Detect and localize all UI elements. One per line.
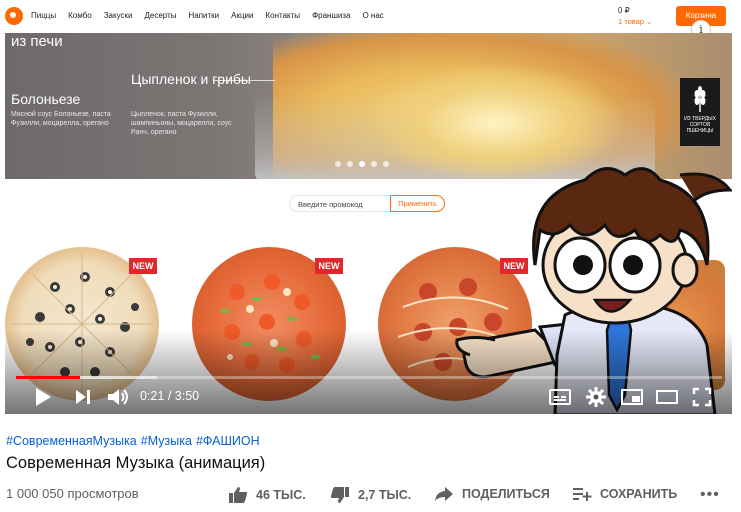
like-button[interactable]: 46 ТЫС. [228,486,306,504]
progress-bar[interactable] [16,376,722,379]
banner-mid-desc: Цыпленок, паста Фузилли, шампиньоны, моц… [131,111,232,136]
banner-top-text: из печи [11,33,63,50]
carousel-dot-active [359,161,365,167]
miniplayer-icon[interactable] [620,386,644,408]
nav-item-pizzas: Пиццы [31,11,57,20]
share-label: ПОДЕЛИТЬСЯ [462,487,550,501]
carousel-dot [371,161,377,167]
video-title: Современная Музыка (анимация) [6,454,266,472]
new-badge: NEW [315,258,343,274]
hashtag-link[interactable]: #Музыка [141,434,192,448]
nav-item-snacks: Закуски [103,11,133,20]
next-icon[interactable] [72,386,94,408]
site-nav: Пиццы Комбо Закуски Десерты Напитки Акци… [31,11,396,20]
new-badge: NEW [129,258,157,274]
like-count: 46 ТЫС. [256,488,306,502]
hashtags: #СовременнаяМузыка #Музыка #ФАШИОН [6,434,264,448]
save-button[interactable]: СОХРАНИТЬ [572,486,677,502]
carousel-dot [335,161,341,167]
site-header: Пиццы Комбо Закуски Десерты Напитки Акци… [5,0,732,34]
banner-left-title: Болоньезе [11,91,81,107]
thumbs-up-icon [229,487,248,503]
more-actions-icon[interactable]: ••• [700,486,720,504]
carousel-dot [383,161,389,167]
share-button[interactable]: ПОДЕЛИТЬСЯ [434,486,550,502]
playlist-add-icon [573,488,592,501]
dislike-button[interactable]: 2,7 ТЫС. [330,486,411,504]
nav-item-franchise: Франшиза [312,11,351,20]
carousel-dots [335,161,389,167]
nav-item-about: О нас [362,11,384,20]
settings-gear-icon[interactable] [585,386,607,408]
dislike-count: 2,7 ТЫС. [358,488,412,502]
duration: 3:50 [174,389,200,403]
promo-apply-button: Применить [390,195,445,212]
view-count: 1 000 050 просмотров [6,486,139,501]
save-label: СОХРАНИТЬ [600,487,678,501]
current-time: 0:21 [140,389,165,403]
wheat-icon [692,86,708,117]
thumbs-down-icon [330,487,349,503]
hashtag-link[interactable]: #СовременнаяМузыка [6,434,137,448]
share-arrow-icon [435,487,453,501]
progress-played [16,376,81,379]
cart-sum: 0 ₽ [618,6,630,15]
nav-item-combo: Комбо [68,11,92,20]
carousel-dot [347,161,353,167]
play-icon[interactable] [32,386,54,408]
cart-items: 1 товар ⌄ [618,17,653,26]
wheat-badge: ИЗ ТВЕРДЫХ СОРТОВ ПШЕНИЦЫ [680,78,720,146]
video-player[interactable]: Пиццы Комбо Закуски Десерты Напитки Акци… [5,0,732,414]
subtitles-icon[interactable] [548,386,572,408]
nav-item-promos: Акции [231,11,254,20]
banner-mid-title: Цыпленок и грибы [131,71,251,87]
promo-code-input: Введите промокод [289,195,391,212]
nav-item-desserts: Десерты [144,11,177,20]
nav-item-drinks: Напитки [188,11,220,20]
theater-mode-icon[interactable] [655,386,679,408]
wheat-badge-text: ИЗ ТВЕРДЫХ СОРТОВ ПШЕНИЦЫ [684,116,716,134]
hashtag-link[interactable]: #ФАШИОН [196,434,260,448]
banner-left-desc: Мясной соус Болоньезе, паста Фузилли, мо… [11,111,111,127]
nav-item-contacts: Контакты [265,11,301,20]
time-display: 0:21 / 3:50 [140,389,200,403]
fullscreen-icon[interactable] [691,386,713,408]
site-logo [5,7,23,25]
volume-icon[interactable] [106,386,130,408]
